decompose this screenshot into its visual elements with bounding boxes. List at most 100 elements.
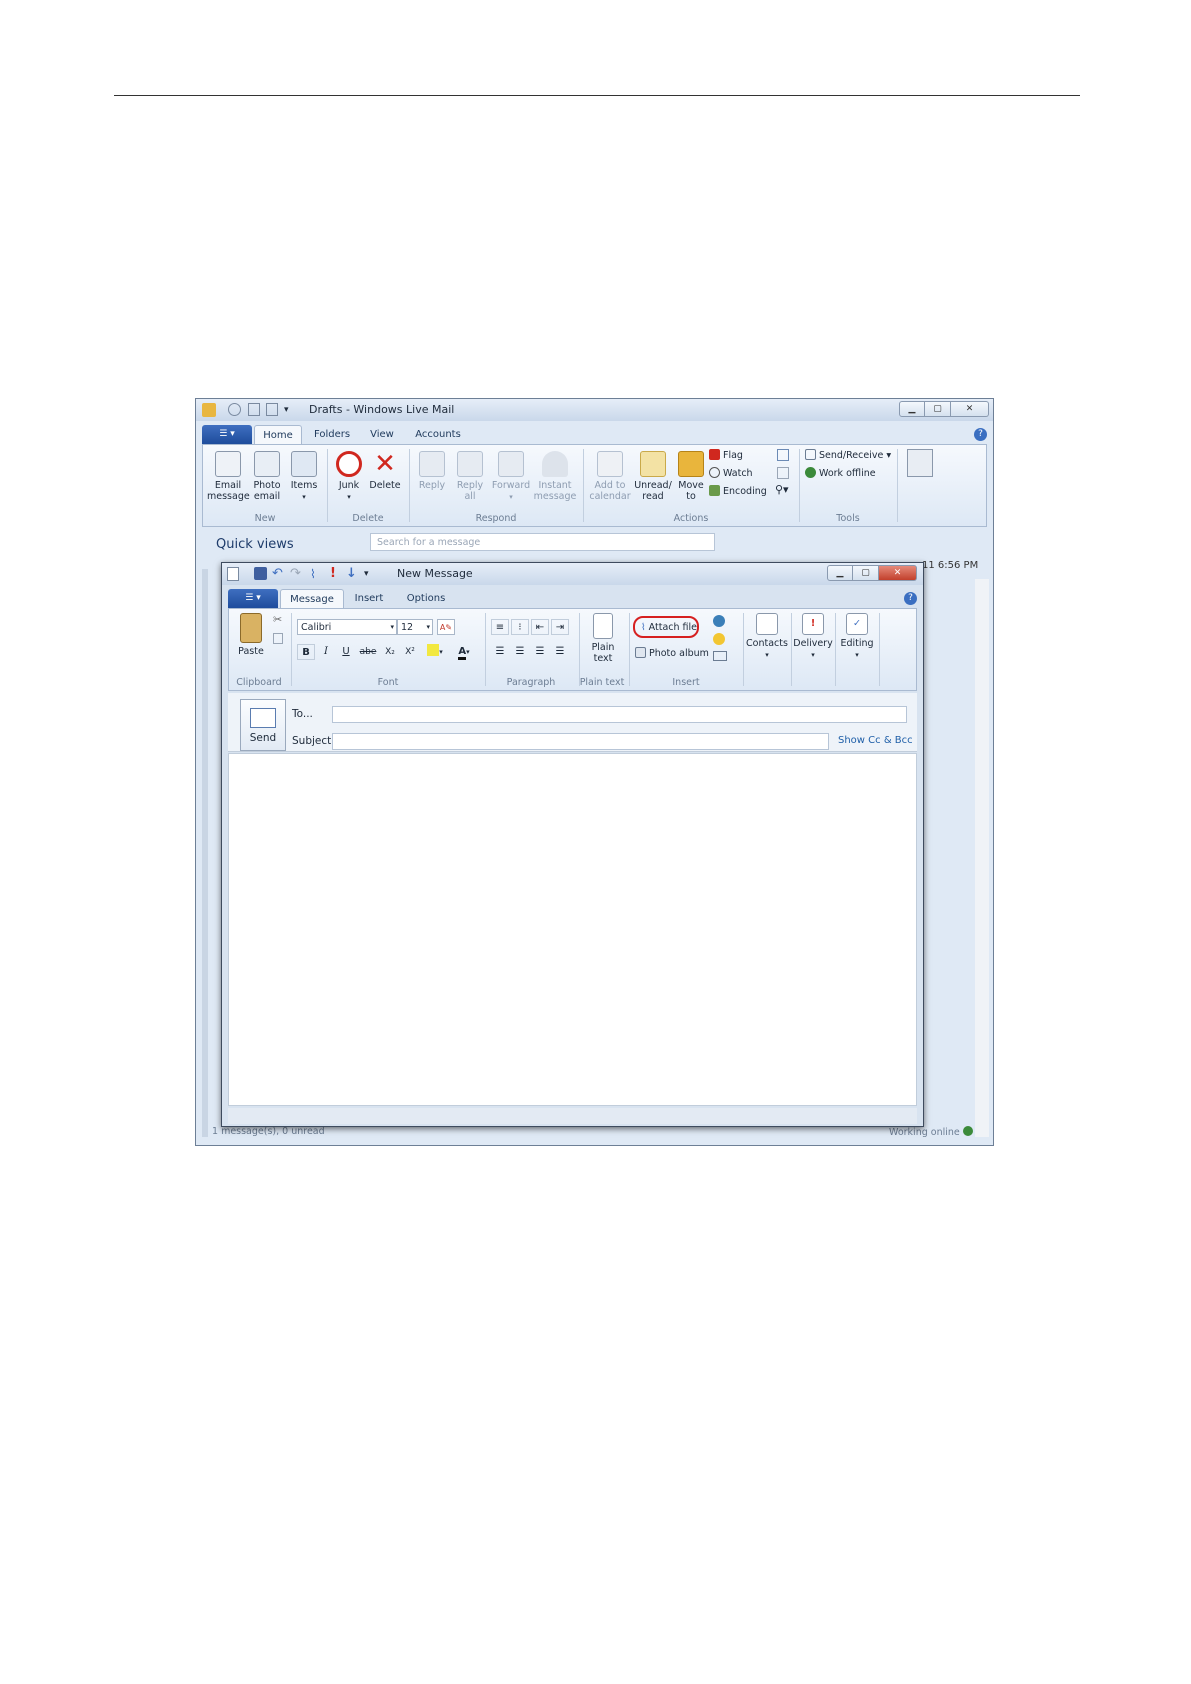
file-menu-button[interactable]: ☰ ▾ [202,425,252,444]
chevron-down-icon: ▾ [390,623,394,631]
contacts-icon [756,613,778,635]
bold-button[interactable]: B [297,644,315,660]
editing-button[interactable]: ✓ Editing ▾ [837,613,877,661]
spelling-check-icon: ✓ [846,613,868,635]
attach-file-button[interactable]: ⌇ Attach file [633,616,699,638]
items-button[interactable]: Items ▾ [287,451,321,503]
tab-view[interactable]: View [362,425,402,444]
save-icon[interactable] [254,567,267,580]
decrease-indent-button[interactable]: ⇤ [531,619,549,635]
encoding-button[interactable]: Encoding [709,485,767,497]
align-right-button[interactable]: ☰ [531,644,549,660]
tab-options[interactable]: Options [400,589,452,608]
low-priority-icon[interactable]: ↓ [346,563,357,585]
close-button[interactable]: ✕ [951,401,989,417]
reply-all-button[interactable]: Reply all [453,451,487,502]
tab-accounts[interactable]: Accounts [410,425,466,444]
forward-icon [498,451,524,477]
redo-icon[interactable]: ↷ [290,563,301,585]
high-priority-icon[interactable]: ! [330,563,336,585]
delete-label: Delete [369,480,401,491]
send-envelope-icon [250,708,276,728]
numbered-list-button[interactable]: ≡ [491,619,509,635]
maximize-button[interactable]: ▢ [853,565,879,581]
message-list-scrollbar[interactable] [975,579,989,1137]
unread-read-button[interactable]: Unread/ read [633,451,673,502]
superscript-button[interactable]: X² [401,644,419,660]
increase-indent-button[interactable]: ⇥ [551,619,569,635]
work-offline-button[interactable]: Work offline [805,467,876,479]
maximize-button[interactable]: ▢ [925,401,951,417]
move-to-button[interactable]: Move to [675,451,707,502]
delivery-label: Delivery [793,638,833,649]
watch-button[interactable]: Watch [709,467,753,479]
photo-email-icon [254,451,280,477]
photo-album-button[interactable]: Photo album [635,647,709,659]
to-field[interactable] [332,706,907,723]
instant-message-button[interactable]: Instant message [533,451,577,502]
tab-folders[interactable]: Folders [310,425,354,444]
message-body-editor[interactable] [228,753,917,1106]
customize-quick-access-icon[interactable]: ▾ [364,563,369,585]
subject-field[interactable] [332,733,829,750]
align-left-button[interactable]: ☰ [491,644,509,660]
delete-button[interactable]: ✕ Delete [367,451,403,491]
italic-button[interactable]: I [317,644,335,660]
flag-button[interactable]: Flag [709,449,743,461]
new-message-window: ↶ ↷ ⌇ ! ↓ ▾ New Message ▁ ▢ ✕ ☰ ▾ Messag… [221,562,924,1127]
tab-home[interactable]: Home [254,425,302,445]
customize-quick-access-icon[interactable]: ▾ [284,399,289,421]
divider [835,613,836,686]
horizontal-line-icon[interactable] [713,651,727,661]
search-input[interactable]: Search for a message [370,533,715,551]
tab-message[interactable]: Message [280,589,344,609]
undo-icon[interactable]: ↶ [272,563,283,585]
reply-all-label: Reply all [456,480,484,502]
paperclip-icon[interactable]: ⌇ [310,563,316,585]
photo-email-button[interactable]: Photo email [249,451,285,502]
reply-quick-icon[interactable] [266,403,278,416]
reply-button[interactable]: Reply [415,451,449,491]
delivery-button[interactable]: ! Delivery ▾ [793,613,833,661]
cut-icon[interactable]: ✂ [273,613,282,626]
align-center-button[interactable]: ☰ [511,644,529,660]
junk-button[interactable]: Junk ▾ [333,451,365,503]
new-item-quick-icon[interactable] [248,403,260,416]
copy-icon[interactable] [777,467,789,479]
add-to-calendar-button[interactable]: Add to calendar [589,451,631,502]
send-button[interactable]: Send [240,699,286,751]
plain-text-button[interactable]: Plain text [583,613,623,664]
clear-formatting-button[interactable]: A✎ [437,619,455,635]
forward-button[interactable]: Forward ▾ [491,451,531,503]
underline-button[interactable]: U [337,644,355,660]
strikethrough-button[interactable]: abe [357,644,379,660]
minimize-button[interactable]: ▁ [827,565,853,581]
hyperlink-globe-icon[interactable] [713,615,725,627]
bulleted-list-button[interactable]: ⁝ [511,619,529,635]
show-cc-bcc-link[interactable]: Show Cc & Bcc [838,735,913,746]
items-icon [291,451,317,477]
contacts-button[interactable]: Contacts ▾ [745,613,789,661]
find-binoculars-icon[interactable]: ⚲▾ [775,483,789,496]
help-icon[interactable]: ? [974,428,987,441]
subscript-button[interactable]: X₂ [381,644,399,660]
file-menu-button[interactable]: ☰ ▾ [228,589,278,608]
to-label[interactable]: To... [292,708,313,720]
emoticon-icon[interactable] [713,633,725,645]
sign-in-avatar[interactable] [907,449,933,477]
minimize-button[interactable]: ▁ [899,401,925,417]
highlight-button[interactable]: ▾ [423,644,447,660]
email-message-button[interactable]: Email message [207,451,250,502]
font-color-button[interactable]: A▾ [451,644,477,660]
send-receive-button[interactable]: Send/Receive ▾ [805,449,891,461]
tab-insert[interactable]: Insert [346,589,392,608]
send-receive-quick-icon[interactable] [228,403,241,416]
help-icon[interactable]: ? [904,592,917,605]
justify-button[interactable]: ☰ [551,644,569,660]
copy-icon[interactable] [273,633,283,644]
font-family-select[interactable]: Calibri ▾ [297,619,397,635]
close-button[interactable]: ✕ [879,565,917,581]
paste-button[interactable]: Paste [233,613,269,657]
copy-to-icon[interactable] [777,449,789,461]
font-size-select[interactable]: 12 ▾ [397,619,433,635]
